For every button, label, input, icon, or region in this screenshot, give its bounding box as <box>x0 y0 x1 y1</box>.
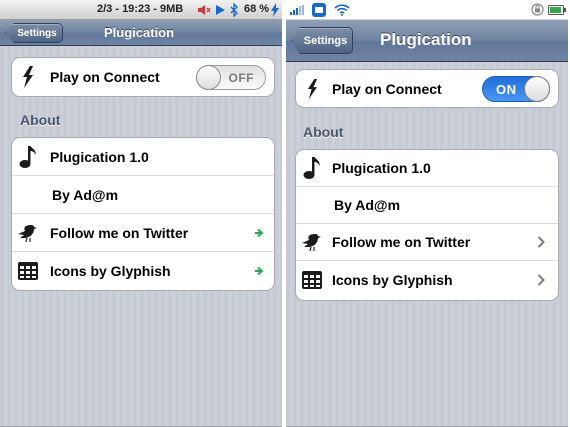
author-label: By Ad@m <box>52 186 119 203</box>
play-on-connect-label: Play on Connect <box>332 80 442 97</box>
author-row: By Ad@m <box>296 187 558 224</box>
status-text: 2/3 - 19:23 - 9MB <box>97 3 184 15</box>
bluetooth-icon <box>230 3 239 17</box>
nav-bar: Settings Plugication <box>286 20 568 62</box>
glyphish-label: Icons by Glyphish <box>50 263 171 279</box>
music-note-icon <box>12 145 44 169</box>
status-bar <box>286 0 568 20</box>
page-title: Plugication <box>104 25 175 40</box>
bird-icon <box>296 232 328 252</box>
app-badge-icon <box>312 3 326 17</box>
toggle-group: Play on Connect OFF <box>11 57 275 97</box>
glyphish-row[interactable]: Icons by Glyphish <box>12 252 274 290</box>
charging-bolt-icon <box>271 3 279 17</box>
right-screen: Settings Plugication Play on Connect ON … <box>286 0 568 427</box>
switch-state: ON <box>496 81 517 97</box>
about-group: Plugication 1.0 By Ad@m Follow me on Twi… <box>11 137 275 291</box>
switch-knob <box>196 64 221 90</box>
version-label: Plugication 1.0 <box>332 160 431 176</box>
bird-icon <box>12 223 44 243</box>
play-on-connect-row: Play on Connect OFF <box>12 58 274 96</box>
version-row: Plugication 1.0 <box>12 138 274 176</box>
settings-back-button[interactable]: Settings <box>5 23 63 43</box>
lock-rotation-icon <box>531 3 544 16</box>
settings-back-button[interactable]: Settings <box>291 27 353 54</box>
nav-bar: Settings Plugication <box>0 20 282 46</box>
left-screen: 2/3 - 19:23 - 9MB 68 % Settings Plugicat… <box>0 0 282 427</box>
twitter-label: Follow me on Twitter <box>332 234 471 250</box>
toggle-group: Play on Connect ON <box>295 69 559 108</box>
twitter-label: Follow me on Twitter <box>50 224 189 241</box>
twitter-row[interactable]: Follow me on Twitter <box>296 224 558 261</box>
play-on-connect-row: Play on Connect ON <box>296 70 558 107</box>
music-note-icon <box>296 156 328 180</box>
glyphish-row[interactable]: Icons by Glyphish <box>296 261 558 298</box>
version-row: Plugication 1.0 <box>296 150 558 187</box>
signal-bars-icon <box>290 5 306 15</box>
wifi-icon <box>334 3 350 16</box>
screenshot-comparison: 2/3 - 19:23 - 9MB 68 % Settings Plugicat… <box>0 0 570 427</box>
play-on-connect-switch[interactable]: OFF <box>196 64 266 90</box>
switch-knob <box>524 75 550 102</box>
lightning-icon <box>12 66 44 88</box>
chevron-right-icon <box>534 273 548 286</box>
page-title: Plugication <box>380 30 472 49</box>
speaker-mute-icon <box>197 4 211 16</box>
twitter-row[interactable]: Follow me on Twitter <box>12 214 274 252</box>
battery-icon <box>548 5 566 15</box>
calendar-grid-icon <box>296 270 328 290</box>
version-label: Plugication 1.0 <box>50 148 149 165</box>
play-on-connect-label: Play on Connect <box>50 69 160 85</box>
status-bar: 2/3 - 19:23 - 9MB 68 % <box>0 0 282 20</box>
author-row: By Ad@m <box>12 176 274 214</box>
green-arrow-icon <box>252 228 266 238</box>
section-header-about: About <box>303 124 344 140</box>
glyphish-label: Icons by Glyphish <box>332 271 453 288</box>
switch-state: OFF <box>228 70 254 85</box>
play-on-connect-switch[interactable]: ON <box>482 75 550 102</box>
play-icon <box>216 5 225 15</box>
about-group: Plugication 1.0 By Ad@m Follow me on Twi… <box>295 149 559 301</box>
lightning-icon <box>296 78 328 99</box>
battery-percent: 68 % <box>244 3 270 15</box>
calendar-grid-icon <box>12 261 44 281</box>
section-header-about: About <box>20 112 61 128</box>
green-arrow-icon <box>252 266 266 276</box>
chevron-right-icon <box>534 236 548 248</box>
author-label: By Ad@m <box>334 197 401 213</box>
